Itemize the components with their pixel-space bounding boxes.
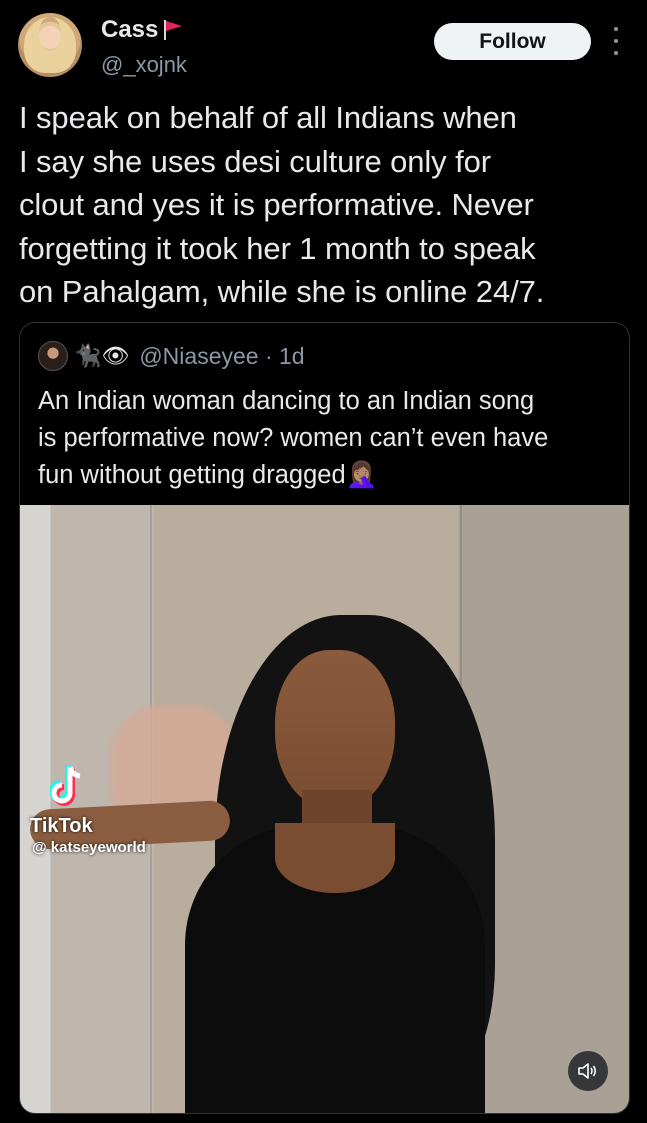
mute-button[interactable] bbox=[568, 1051, 608, 1091]
quoted-author-handle[interactable]: @Niaseyee · 1d bbox=[139, 343, 304, 370]
speaker-muted-icon bbox=[578, 1063, 597, 1079]
tweet-line: I say she uses desi culture only for bbox=[19, 143, 491, 179]
tiktok-username: @ katseyeworld bbox=[32, 839, 146, 856]
quoted-tweet-text: An Indian woman dancing to an Indian son… bbox=[38, 383, 618, 494]
quoted-author-name[interactable]: 🐈‍⬛👁 bbox=[74, 342, 129, 370]
tweet-line: clout and yes it is performative. Never bbox=[19, 187, 534, 222]
tiktok-watermark: TikTok bbox=[30, 815, 93, 837]
author-name[interactable]: Cass bbox=[101, 16, 158, 44]
quoted-author-avatar[interactable] bbox=[38, 341, 68, 371]
quoted-line: is performative now? women can’t even ha… bbox=[38, 424, 549, 452]
tweet-line: I speak on behalf of all Indians when bbox=[19, 100, 517, 135]
more-options-icon[interactable] bbox=[611, 27, 621, 55]
video-player[interactable]: TikTok @ katseyeworld bbox=[20, 505, 629, 1113]
author-handle[interactable]: @_xojnk bbox=[101, 52, 187, 78]
tweet-text: I speak on behalf of all Indians when I … bbox=[19, 96, 629, 314]
quoted-line: An Indian woman dancing to an Indian son… bbox=[38, 387, 535, 415]
quoted-tweet[interactable]: 🐈‍⬛👁 @Niaseyee · 1d An Indian woman danc… bbox=[19, 322, 630, 1114]
tweet-line: on Pahalgam, while she is online 24/7. bbox=[19, 274, 545, 309]
follow-button[interactable]: Follow bbox=[434, 23, 591, 60]
tweet-line: forgetting it took her 1 month to speak bbox=[19, 230, 536, 266]
author-name-row[interactable]: Cass bbox=[101, 16, 184, 44]
quoted-tweet-header: 🐈‍⬛👁 @Niaseyee · 1d bbox=[38, 341, 305, 371]
quoted-line: fun without getting dragged🤦🏽‍♀️ bbox=[38, 461, 378, 489]
red-flag-icon bbox=[164, 20, 183, 40]
tiktok-logo-icon bbox=[50, 765, 81, 806]
author-avatar[interactable] bbox=[18, 13, 82, 77]
video-subject-face bbox=[275, 650, 395, 810]
